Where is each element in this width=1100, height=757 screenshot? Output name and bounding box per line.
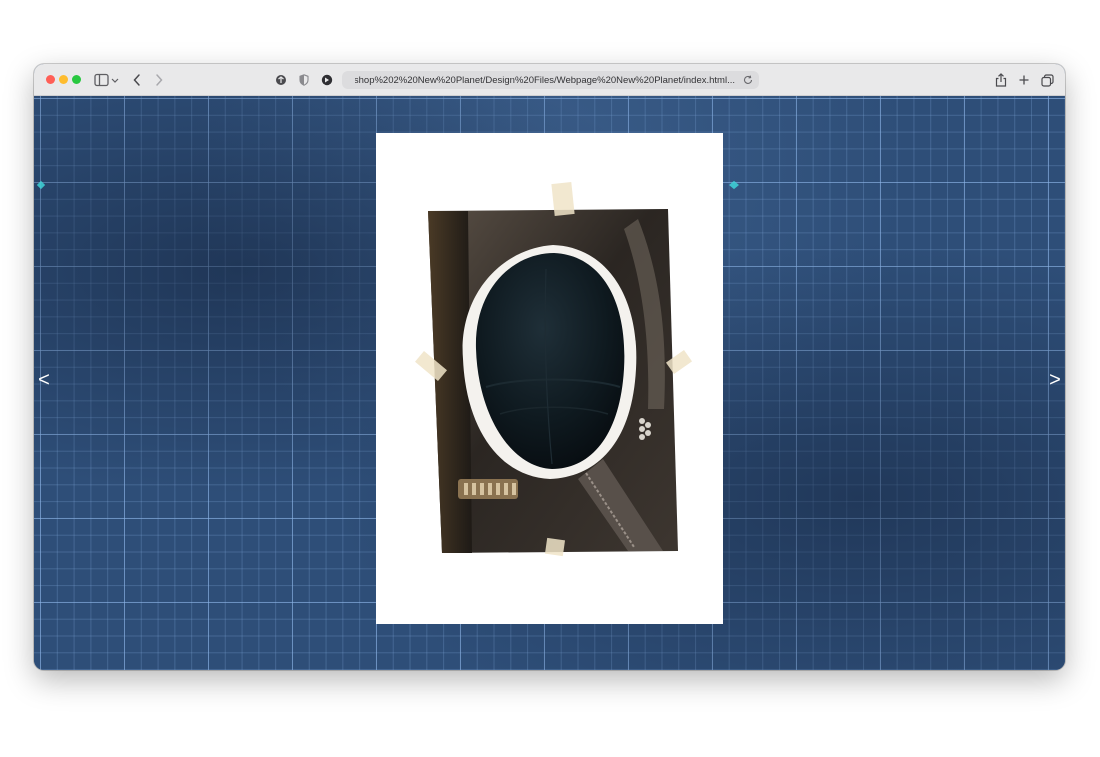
address-bar[interactable]: ...n%202/Workshop%202%20New%20Planet/Des… — [342, 71, 759, 89]
chevron-right-icon — [156, 74, 163, 86]
tape-strip — [544, 537, 566, 557]
reload-icon — [744, 75, 753, 84]
extension-button[interactable] — [320, 71, 334, 89]
sidebar-toggle-button[interactable] — [93, 71, 121, 89]
shield-icon — [299, 74, 309, 86]
plus-icon — [1019, 75, 1029, 85]
browser-toolbar: ...n%202/Workshop%202%20New%20Planet/Des… — [34, 64, 1065, 96]
close-window-button[interactable] — [46, 75, 55, 84]
accent-glyph-icon — [36, 180, 46, 190]
shield-extension-button[interactable] — [297, 71, 311, 89]
share-icon — [995, 73, 1007, 87]
minimize-window-button[interactable] — [59, 75, 68, 84]
share-button[interactable] — [994, 71, 1008, 89]
tab-overview-icon — [1040, 73, 1054, 87]
blueprint-background: < > — [34, 96, 1065, 670]
new-tab-button[interactable] — [1017, 71, 1031, 89]
next-slide-button[interactable]: > — [1045, 368, 1065, 392]
privacy-report-button[interactable] — [274, 71, 288, 89]
back-button[interactable] — [130, 71, 144, 89]
tape-strip — [551, 182, 575, 216]
collage-photo — [428, 209, 678, 553]
extension-icon — [321, 74, 333, 86]
zoom-window-button[interactable] — [72, 75, 81, 84]
accent-glyph-icon — [729, 180, 739, 190]
privacy-report-icon — [276, 75, 286, 85]
chevron-left-icon — [133, 74, 140, 86]
reload-button[interactable] — [742, 73, 754, 89]
forward-button[interactable] — [152, 71, 166, 89]
previous-slide-button[interactable]: < — [34, 368, 54, 392]
browser-window: ...n%202/Workshop%202%20New%20Planet/Des… — [34, 64, 1065, 670]
tab-overview-button[interactable] — [1040, 71, 1054, 89]
url-text: ...n%202/Workshop%202%20New%20Planet/Des… — [355, 74, 735, 86]
slide-card — [376, 133, 723, 624]
sidebar-icon — [94, 73, 119, 87]
